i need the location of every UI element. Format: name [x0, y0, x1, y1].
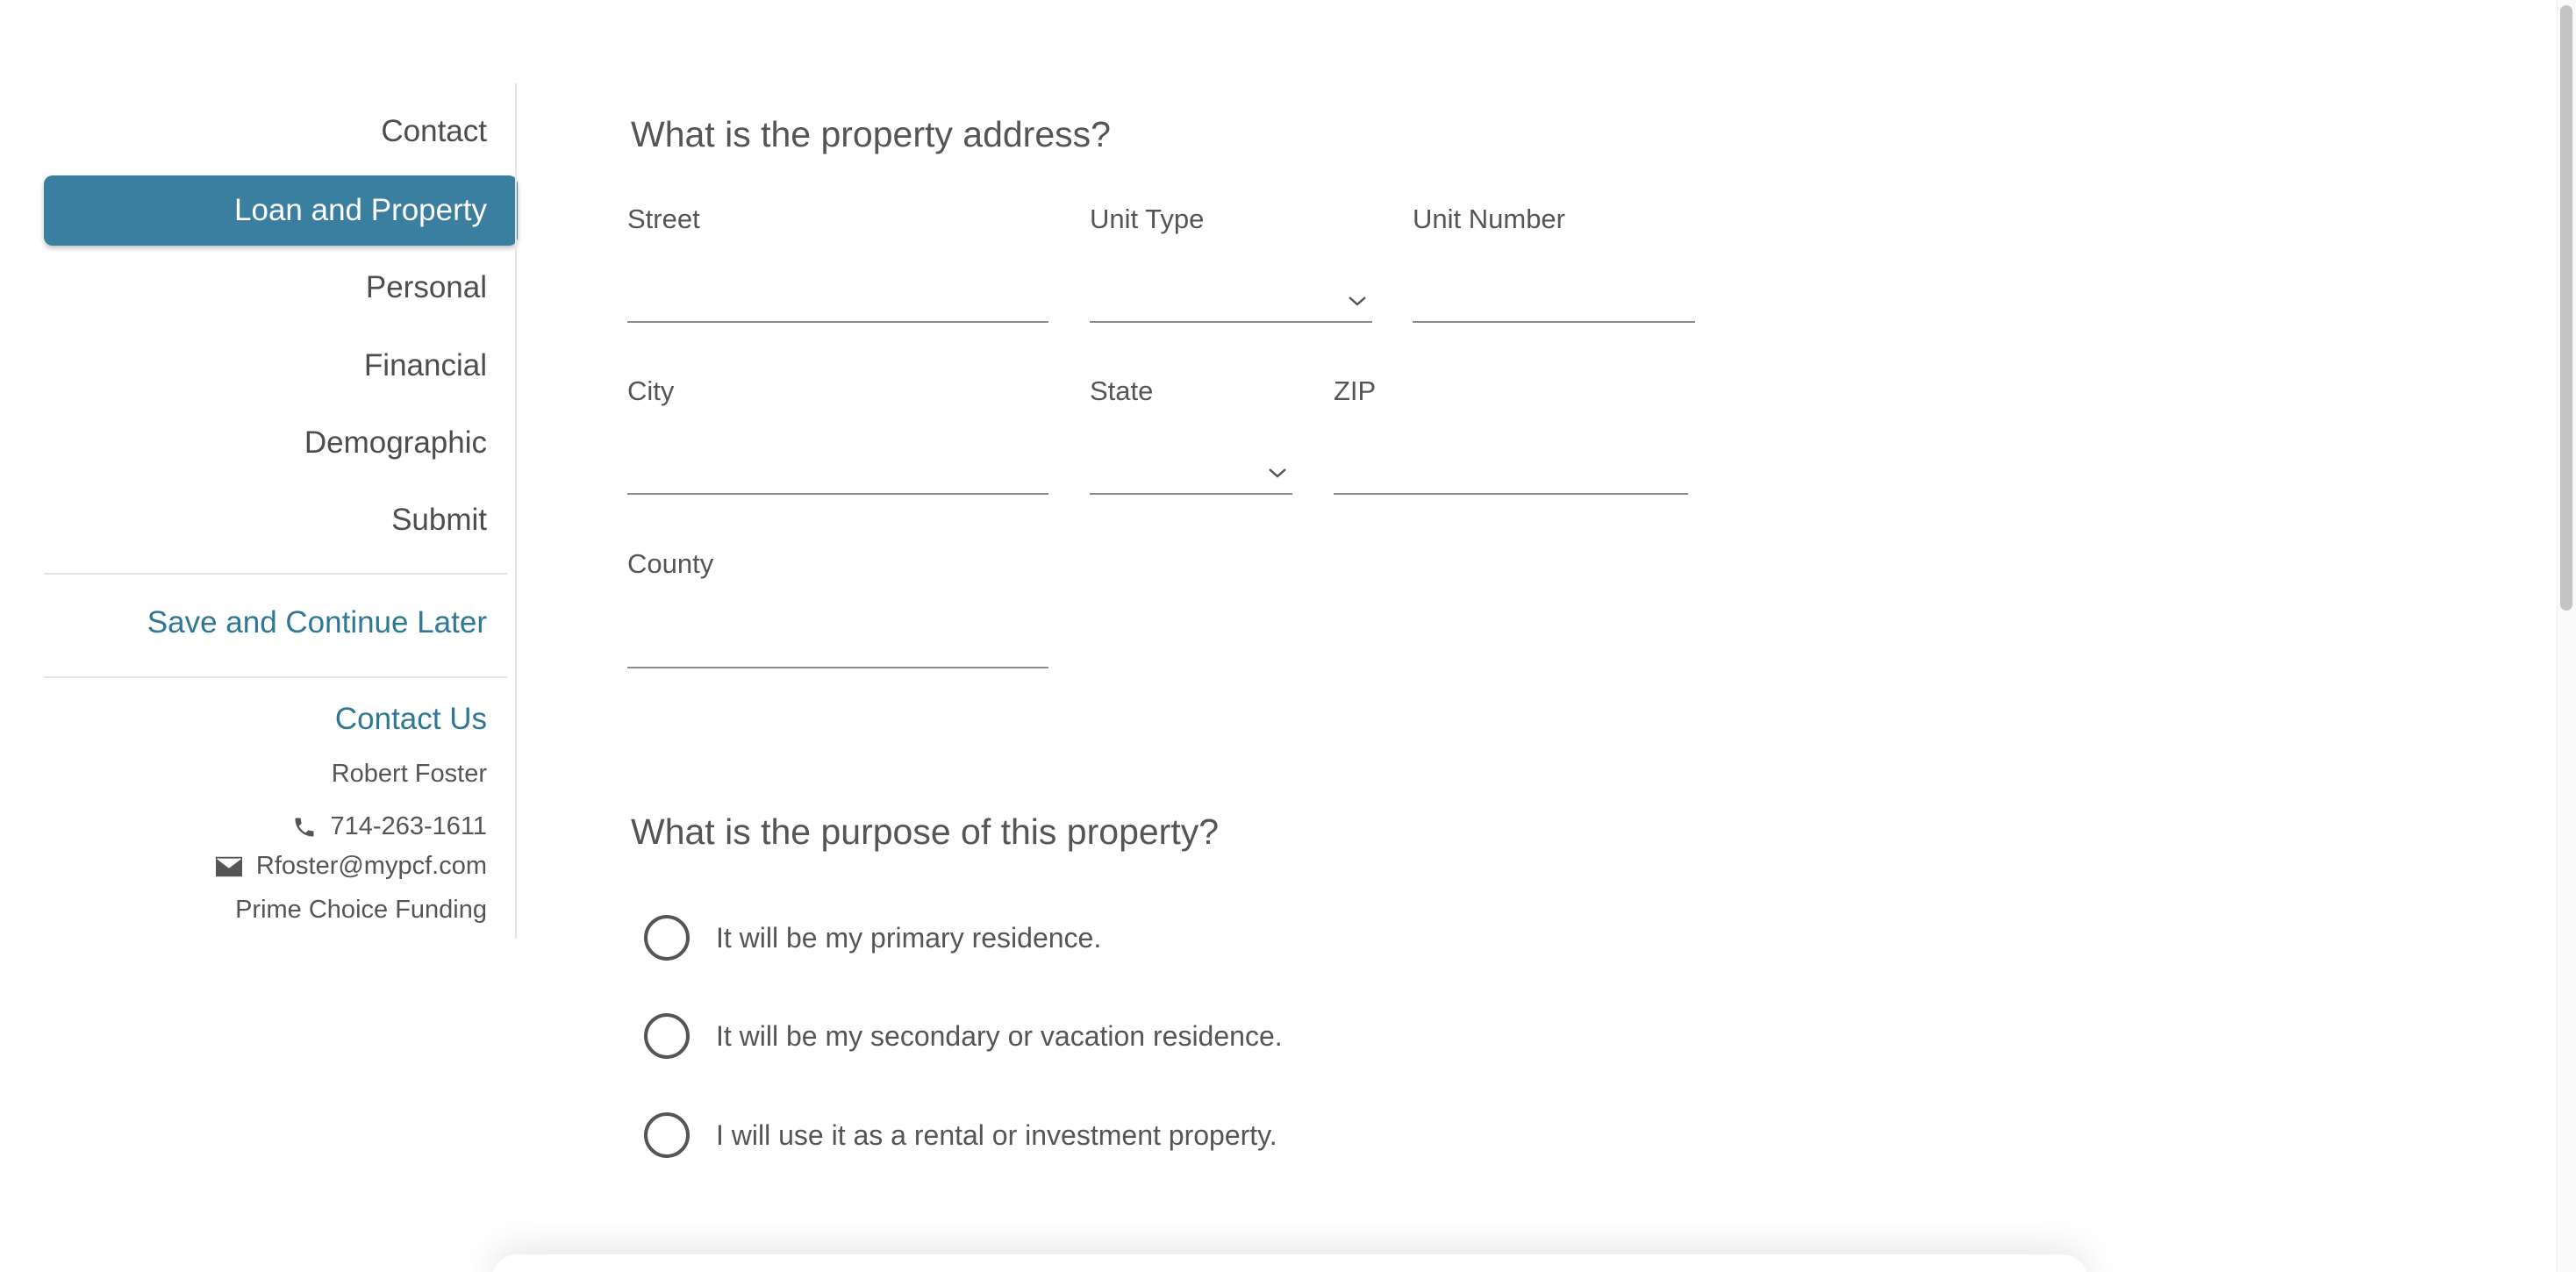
- radio-button[interactable]: [644, 1112, 690, 1158]
- scrollbar[interactable]: [2557, 0, 2576, 1272]
- sidebar-divider: [44, 573, 507, 575]
- purpose-option-primary[interactable]: It will be my primary residence.: [644, 915, 1101, 961]
- sidebar-item-submit[interactable]: Submit: [44, 485, 518, 555]
- purpose-option-label: I will use it as a rental or investment …: [716, 1118, 1277, 1151]
- agent-email: Rfoster@mypcf.com: [215, 852, 487, 881]
- state-select[interactable]: [1090, 453, 1292, 495]
- purpose-option-rental[interactable]: I will use it as a rental or investment …: [644, 1112, 1277, 1158]
- phone-icon: [292, 815, 317, 840]
- sidebar-item-label: Loan and Property: [234, 193, 487, 227]
- agent-name-text: Robert Foster: [331, 760, 487, 788]
- street-label: Street: [627, 204, 700, 234]
- sidebar-item-label: Contact: [381, 114, 487, 148]
- agent-phone-text: 714-263-1611: [330, 812, 487, 840]
- company-name: Prime Choice Funding: [235, 896, 487, 925]
- county-input[interactable]: [627, 626, 1048, 668]
- unit-type-select[interactable]: [1090, 281, 1372, 323]
- state-label: State: [1090, 375, 1154, 406]
- sidebar-item-financial[interactable]: Financial: [44, 331, 518, 401]
- company-name-text: Prime Choice Funding: [235, 896, 487, 924]
- envelope-icon: [215, 856, 242, 877]
- agent-name: Robert Foster: [332, 760, 487, 789]
- sidebar-item-label: Submit: [391, 503, 487, 537]
- chevron-down-icon: [1348, 295, 1367, 307]
- purpose-option-secondary[interactable]: It will be my secondary or vacation resi…: [644, 1013, 1283, 1059]
- county-label: County: [627, 548, 714, 579]
- city-input[interactable]: [627, 453, 1048, 495]
- sidebar-item-label: Financial: [363, 348, 487, 382]
- street-input[interactable]: [627, 281, 1048, 323]
- unit-number-label: Unit Number: [1413, 204, 1565, 234]
- agent-phone: 714-263-1611: [292, 812, 487, 841]
- property-address-title: What is the property address?: [631, 114, 1111, 154]
- sidebar-item-demographic[interactable]: Demographic: [44, 408, 518, 478]
- page: Contact Loan and Property Personal Finan…: [0, 0, 2576, 1272]
- zip-label: ZIP: [1334, 375, 1377, 406]
- sidebar-divider: [44, 676, 507, 678]
- zip-input[interactable]: [1334, 453, 1688, 495]
- save-and-continue-later-link[interactable]: Save and Continue Later: [147, 605, 487, 640]
- sidebar-item-contact[interactable]: Contact: [44, 96, 518, 167]
- purpose-option-label: It will be my secondary or vacation resi…: [716, 1019, 1283, 1052]
- sidebar-item-label: Personal: [365, 270, 487, 304]
- unit-number-input[interactable]: [1413, 281, 1695, 323]
- sidebar-item-personal[interactable]: Personal: [44, 253, 518, 323]
- sidebar-separator: [515, 83, 517, 939]
- scrollbar-thumb[interactable]: [2560, 5, 2572, 611]
- radio-button[interactable]: [644, 1013, 690, 1059]
- radio-button[interactable]: [644, 915, 690, 961]
- sidebar-item-loan-and-property[interactable]: Loan and Property: [44, 175, 518, 246]
- footer-card-edge: [491, 1254, 2088, 1272]
- city-label: City: [627, 375, 675, 406]
- purpose-option-label: It will be my primary residence.: [716, 921, 1102, 954]
- agent-email-text: Rfoster@mypcf.com: [255, 852, 487, 880]
- sidebar-item-label: Demographic: [304, 425, 487, 460]
- chevron-down-icon: [1268, 467, 1287, 479]
- property-purpose-title: What is the purpose of this property?: [631, 811, 1220, 852]
- contact-us-link[interactable]: Contact Us: [335, 702, 487, 737]
- unit-type-label: Unit Type: [1090, 204, 1205, 234]
